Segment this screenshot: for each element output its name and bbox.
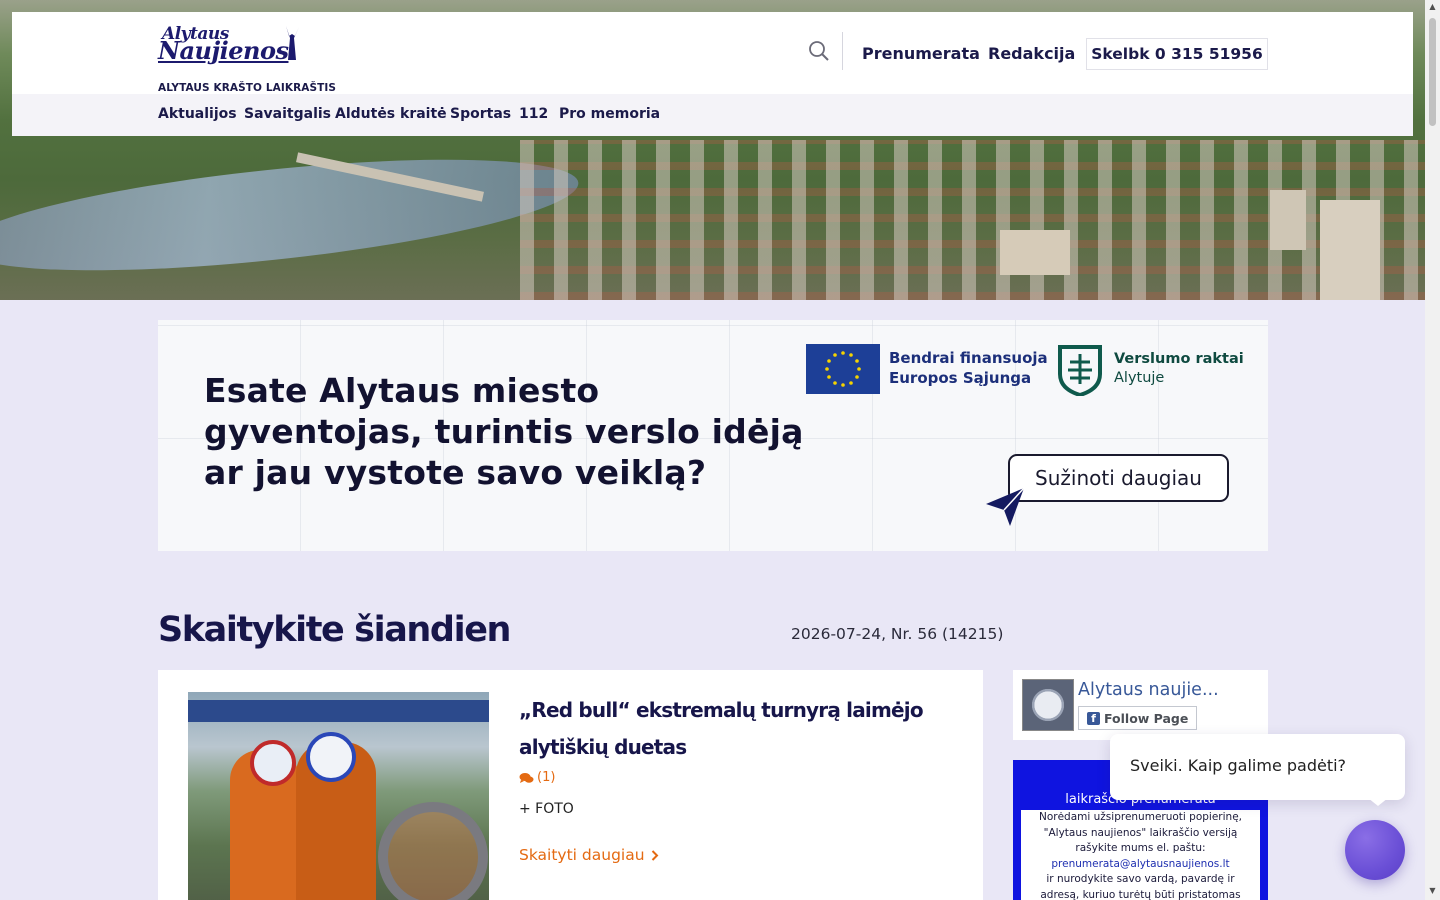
site-tagline: ALYTAUS KRAŠTO LAIKRAŠTIS — [158, 82, 337, 94]
fb-page-name[interactable]: Alytaus naujie... — [1078, 680, 1219, 700]
hero-tower — [1320, 200, 1380, 300]
logo-figure-icon — [286, 26, 299, 60]
cursor-arrow-icon — [986, 487, 1025, 526]
chevron-right-icon — [651, 849, 658, 861]
read-more-label: Skaityti daugiau — [519, 846, 645, 864]
main-nav: Aktualijos Savaitgalis Aldutės kraitė Sp… — [12, 94, 1413, 136]
nav-item-savaitgalis[interactable]: Savaitgalis — [244, 106, 331, 122]
fb-follow-label: Follow Page — [1104, 710, 1189, 726]
partner-label: Verslumo raktai Alytuje — [1114, 351, 1244, 386]
site-header: Alytaus Naujienos ALYTAUS KRAŠTO LAIKRAŠ… — [12, 12, 1413, 94]
paper-subscription-text: Norėdami užsiprenumeruoti popierinę, "Al… — [1021, 810, 1260, 900]
nav-item-sportas[interactable]: Sportas — [450, 106, 511, 122]
article-image[interactable] — [188, 692, 489, 900]
comments-count: (1) — [537, 770, 556, 785]
subscribe-link[interactable]: Prenumerata — [862, 44, 980, 63]
subscription-email: prenumerata@alytausnaujienos.lt — [1051, 857, 1230, 870]
facebook-page-widget: Alytaus naujie... f Follow Page — [1013, 670, 1268, 740]
chat-launcher-button[interactable] — [1345, 820, 1405, 880]
section-title: Skaitykite šiandien — [158, 610, 511, 650]
nav-item-aktualijos[interactable]: Aktualijos — [158, 106, 237, 122]
chat-greeting-bubble[interactable]: Sveiki. Kaip galime padėti? — [1110, 734, 1405, 806]
eu-funding-label: Bendrai finansuoja Europos Sąjunga — [889, 349, 1048, 387]
issue-info: 2026-07-24, Nr. 56 (14215) — [791, 625, 1004, 643]
shield-icon — [1058, 345, 1102, 396]
hero-building — [1000, 230, 1070, 275]
learn-more-button[interactable]: Sužinoti daugiau — [1008, 454, 1229, 502]
business-banner-ad[interactable]: Esate Alytaus miesto gyventojas, turinti… — [158, 320, 1268, 551]
facebook-icon: f — [1087, 711, 1100, 725]
header-divider — [842, 32, 843, 70]
hero-river — [0, 137, 584, 293]
read-more-link[interactable]: Skaityti daugiau — [519, 846, 659, 864]
logo-word-naujienos: Naujienos — [158, 36, 289, 65]
advertise-button[interactable]: Skelbk 0 315 51956 — [1086, 38, 1268, 70]
article-card: „Red bull“ ekstremalų turnyrą laimėjo al… — [158, 670, 983, 900]
fb-page-avatar[interactable] — [1022, 679, 1074, 731]
scrollbar-thumb[interactable] — [1429, 18, 1436, 126]
eu-flag-icon — [806, 344, 880, 394]
scroll-up-arrow-icon[interactable]: ▲ — [1428, 2, 1437, 12]
page-scrollbar[interactable]: ▲ ▼ — [1425, 0, 1440, 900]
search-icon[interactable] — [808, 40, 830, 62]
nav-item-pro-memoria[interactable]: Pro memoria — [559, 106, 660, 122]
hero-tower — [1270, 190, 1306, 250]
banner-headline: Esate Alytaus miesto gyventojas, turinti… — [204, 371, 804, 492]
editorial-link[interactable]: Redakcija — [988, 44, 1075, 63]
article-title[interactable]: „Red bull“ ekstremalų turnyrą laimėjo al… — [519, 692, 959, 766]
comments-link[interactable]: (1) — [519, 770, 555, 785]
nav-item-112[interactable]: 112 — [519, 106, 548, 122]
photo-tag: + FOTO — [519, 801, 574, 817]
fb-follow-button[interactable]: f Follow Page — [1078, 706, 1198, 730]
nav-item-aldutes-kraite[interactable]: Aldutės kraitė — [335, 106, 447, 122]
comments-icon — [519, 772, 534, 783]
scroll-down-arrow-icon[interactable]: ▼ — [1428, 886, 1437, 896]
